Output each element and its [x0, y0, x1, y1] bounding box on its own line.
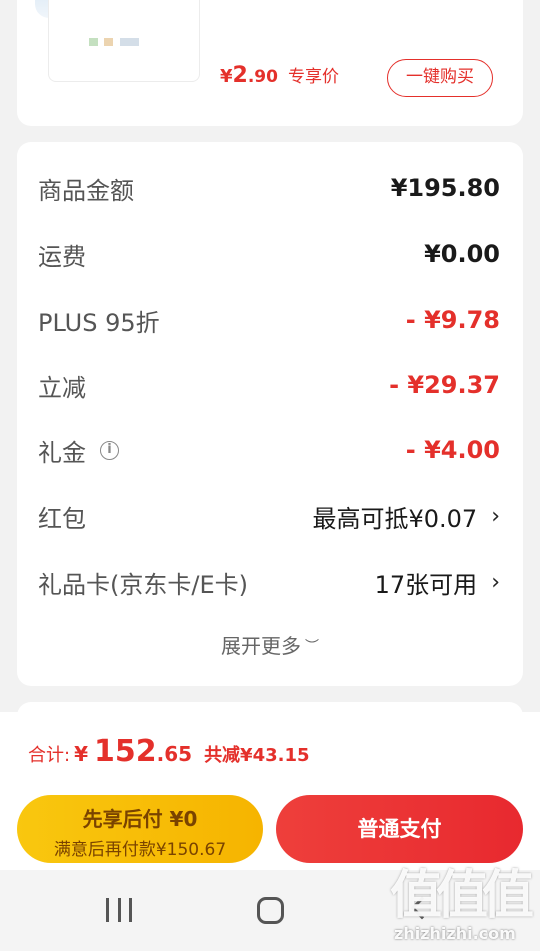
summary-row-red-packet[interactable]: 红包 最高可抵¥0.07 › — [38, 496, 500, 536]
order-total: 合计: ¥ 152 .65 共减¥43.15 — [28, 734, 310, 769]
pay-later-button[interactable]: 先享后付 ¥0 满意后再付款¥150.67 — [17, 795, 263, 863]
summary-row-goods-amount: 商品金额 ¥195.80 — [38, 168, 500, 208]
row-label: 立减 — [38, 373, 86, 402]
row-value: 17张可用 — [374, 570, 478, 599]
one-click-buy-button[interactable]: 一键购买 — [387, 59, 493, 97]
row-value: 最高可抵¥0.07 — [312, 504, 478, 533]
chevron-down-icon: ︶ — [305, 639, 319, 655]
product-image — [89, 38, 139, 46]
watermark: 值值值 zhizhizhi.com — [390, 868, 535, 948]
summary-row-plus-discount: PLUS 95折 - ¥9.78 — [38, 300, 500, 340]
row-value: - ¥29.37 — [389, 371, 500, 399]
total-currency: ¥ — [74, 742, 88, 766]
total-decimal: .65 — [156, 742, 193, 766]
summary-row-gift-card[interactable]: 礼品卡(京东卡/E卡) 17张可用 › — [38, 562, 500, 602]
deal-price-currency: ¥ — [220, 66, 233, 87]
row-label: 红包 — [38, 504, 86, 533]
pay-later-title: 先享后付 ¥0 — [82, 807, 198, 831]
total-integer: 152 — [94, 734, 157, 769]
deal-price-integer: 2 — [232, 63, 248, 88]
info-icon[interactable]: i — [100, 440, 119, 460]
recent-apps-icon[interactable] — [106, 898, 132, 922]
chevron-right-icon: › — [491, 503, 500, 529]
row-value: - ¥9.78 — [405, 306, 500, 334]
row-value-wrap: 最高可抵¥0.07 › — [312, 499, 500, 534]
row-label: 礼金 — [38, 438, 86, 467]
product-thumbnail[interactable] — [48, 0, 200, 82]
recommend-card: ¥ 2 .90 专享价 一键购买 — [17, 0, 523, 126]
home-icon[interactable] — [257, 897, 284, 924]
watermark-logo: 值值值 — [390, 865, 534, 926]
order-summary-card: 商品金额 ¥195.80 运费 ¥0.00 PLUS 95折 - ¥9.78 立… — [17, 142, 523, 686]
row-label-wrap: 礼金 i — [38, 433, 119, 468]
checkout-bar: 合计: ¥ 152 .65 共减¥43.15 先享后付 ¥0 满意后再付款¥15… — [0, 712, 540, 870]
row-value-wrap: 17张可用 › — [375, 565, 500, 600]
total-saved: 共减¥43.15 — [204, 745, 310, 766]
deal-price: ¥ 2 .90 专享价 — [220, 62, 339, 88]
summary-row-instant-discount: 立减 - ¥29.37 — [38, 365, 500, 405]
row-value: ¥195.80 — [390, 174, 500, 202]
row-value: ¥0.00 — [424, 240, 500, 268]
normal-pay-button[interactable]: 普通支付 — [276, 795, 523, 863]
row-label: PLUS 95折 — [38, 308, 160, 337]
row-value: - ¥4.00 — [405, 436, 500, 464]
deal-price-decimal: .90 — [247, 67, 278, 87]
row-label: 运费 — [38, 242, 86, 271]
row-label: 商品金额 — [38, 176, 134, 205]
summary-row-gift-money: 礼金 i - ¥4.00 — [38, 430, 500, 470]
row-label: 礼品卡(京东卡/E卡) — [38, 570, 248, 599]
summary-row-shipping: 运费 ¥0.00 — [38, 234, 500, 274]
expand-more-label: 展开更多 — [221, 634, 301, 658]
pay-later-subtitle: 满意后再付款¥150.67 — [53, 840, 227, 860]
expand-more-button[interactable]: 展开更多 ︶ — [17, 630, 523, 659]
total-label: 合计: — [28, 745, 71, 766]
watermark-url: zhizhizhi.com — [394, 924, 516, 943]
deal-price-tag: 专享价 — [287, 67, 339, 87]
chevron-right-icon: › — [491, 569, 500, 595]
